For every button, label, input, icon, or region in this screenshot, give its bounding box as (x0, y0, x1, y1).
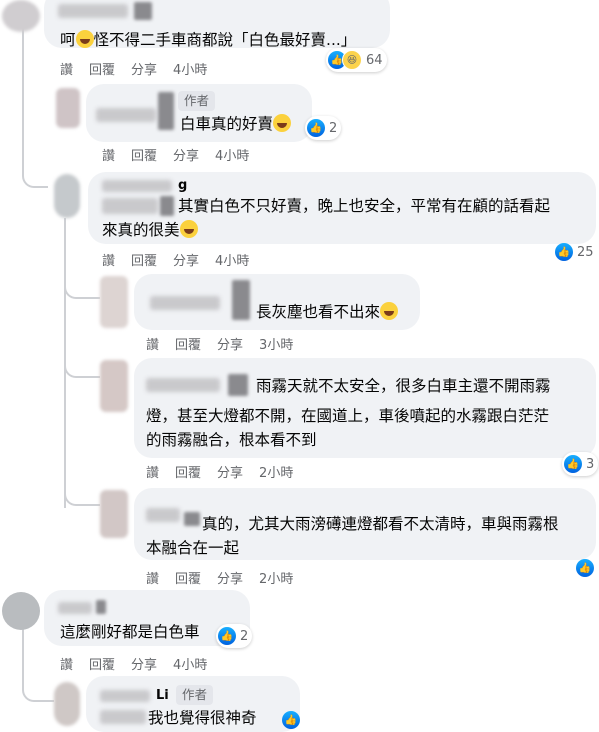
comment-text: 這麼剛好都是白色車 (60, 623, 200, 641)
comment-actions: 讚 回覆 分享 2小時 (146, 462, 293, 481)
timestamp[interactable]: 4小時 (173, 59, 207, 78)
blurred-name (158, 92, 174, 130)
thread-connector (22, 100, 48, 188)
comment-actions: 讚 回覆 分享 4小時 (102, 145, 249, 164)
haha-reaction-icon: 😆 (342, 50, 362, 70)
blurred-name (100, 690, 150, 702)
like-reaction-icon: 👍 (576, 559, 594, 577)
blurred-name (96, 108, 156, 122)
reaction-summary[interactable]: 👍 2 (216, 624, 253, 648)
like-button[interactable]: 讚 (146, 462, 159, 481)
reply-button[interactable]: 回覆 (89, 654, 115, 673)
comment-text: 白車真的好賣 (180, 112, 292, 136)
share-button[interactable]: 分享 (217, 462, 243, 481)
comment-text: 本融合在一起 (146, 539, 240, 557)
share-button[interactable]: 分享 (173, 145, 199, 164)
share-button[interactable]: 分享 (217, 568, 243, 587)
avatar[interactable] (100, 490, 128, 538)
laughing-emoji-icon (179, 220, 198, 238)
share-button[interactable]: 分享 (131, 59, 157, 78)
like-reaction-icon: 👍 (218, 627, 236, 645)
reaction-summary[interactable]: 👍 😆 64 (326, 48, 387, 72)
comment-text: 長灰塵也看不出來 (256, 300, 399, 324)
thread-connector (22, 650, 54, 702)
comment-text: 來真的很美 (102, 218, 198, 242)
comment-actions: 讚 回覆 分享 2小時 (146, 568, 293, 587)
avatar[interactable] (56, 88, 80, 128)
timestamp[interactable]: 4小時 (215, 145, 249, 164)
avatar[interactable] (2, 592, 40, 630)
comment-text: 呵怪不得二手車商都說「白色最好賣...」 (60, 30, 357, 49)
comment-text: 我也覺得很神奇 (148, 709, 257, 727)
like-reaction-icon: 👍 (307, 119, 325, 137)
laughing-emoji-icon (380, 302, 399, 320)
blurred-name (232, 280, 250, 320)
blurred-name (100, 710, 146, 724)
like-reaction-icon: 👍 (555, 243, 573, 261)
blurred-name (146, 378, 220, 392)
share-button[interactable]: 分享 (131, 654, 157, 673)
like-button[interactable]: 讚 (146, 568, 159, 587)
comment-text: 其實白色不只好賣，晚上也安全，平常有在顧的話看起 (178, 197, 551, 215)
share-button[interactable]: 分享 (217, 334, 243, 353)
blurred-name (58, 602, 92, 614)
timestamp[interactable]: 4小時 (215, 250, 249, 269)
blurred-name (184, 512, 200, 526)
reaction-summary[interactable]: 👍 25 (553, 240, 598, 264)
reply-button[interactable]: 回覆 (175, 568, 201, 587)
reply-button[interactable]: 回覆 (131, 250, 157, 269)
reaction-summary[interactable]: 👍 (280, 708, 304, 732)
laughing-emoji-icon (273, 114, 292, 132)
commenter-name-partial[interactable]: Li (156, 688, 169, 703)
blurred-name (96, 600, 106, 614)
comment-actions: 讚 回覆 分享 3小時 (146, 334, 293, 353)
timestamp[interactable]: 2小時 (259, 462, 293, 481)
blurred-name (228, 374, 248, 396)
blurred-name (102, 198, 158, 214)
avatar[interactable] (100, 360, 128, 412)
blurred-name (160, 196, 174, 216)
avatar[interactable] (54, 174, 80, 218)
like-button[interactable]: 讚 (60, 654, 73, 673)
comment-text: 的雨霧融合，根本看不到 (146, 431, 317, 449)
blurred-name (134, 2, 152, 20)
blurred-name (146, 508, 180, 522)
reply-button[interactable]: 回覆 (175, 334, 201, 353)
blurred-name (58, 4, 128, 18)
thread-connector (64, 330, 100, 378)
like-button[interactable]: 讚 (102, 145, 115, 164)
reply-button[interactable]: 回覆 (131, 145, 157, 164)
blurred-name (150, 296, 220, 310)
avatar[interactable] (54, 682, 80, 726)
like-button[interactable]: 讚 (146, 334, 159, 353)
comment-actions: 讚 回覆 分享 4小時 (60, 59, 207, 78)
laughing-emoji-icon (75, 30, 94, 48)
thread-connector (64, 275, 100, 299)
reply-button[interactable]: 回覆 (175, 462, 201, 481)
reaction-summary[interactable]: 👍 2 (305, 116, 342, 140)
comment-text: 真的，尤其大雨滂礡連燈都看不太清時，車與雨霧根 (202, 515, 559, 533)
like-button[interactable]: 讚 (60, 59, 73, 78)
reply-button[interactable]: 回覆 (89, 59, 115, 78)
timestamp[interactable]: 2小時 (259, 568, 293, 587)
commenter-name-partial[interactable]: g (178, 178, 187, 193)
reaction-summary[interactable]: 👍 3 (562, 452, 599, 476)
timestamp[interactable]: 3小時 (259, 334, 293, 353)
blurred-name (102, 180, 172, 192)
author-badge: 作者 (176, 685, 214, 705)
like-button[interactable]: 讚 (102, 250, 115, 269)
thread-connector (64, 460, 100, 506)
comment-actions: 讚 回覆 分享 4小時 (102, 250, 249, 269)
avatar[interactable] (100, 276, 128, 328)
like-reaction-icon: 👍 (282, 711, 300, 729)
avatar[interactable] (2, 0, 40, 32)
comment-text: 雨霧天就不太安全，很多白車主還不開雨霧 (256, 377, 551, 395)
like-reaction-icon: 👍 (564, 455, 582, 473)
author-badge: 作者 (178, 91, 216, 111)
share-button[interactable]: 分享 (173, 250, 199, 269)
comment-text: 燈，甚至大燈都不開，在國道上，車後噴起的水霧跟白茫茫 (146, 407, 550, 425)
reaction-summary[interactable]: 👍 (574, 556, 598, 580)
comment-actions: 讚 回覆 分享 4小時 (60, 654, 207, 673)
timestamp[interactable]: 4小時 (173, 654, 207, 673)
